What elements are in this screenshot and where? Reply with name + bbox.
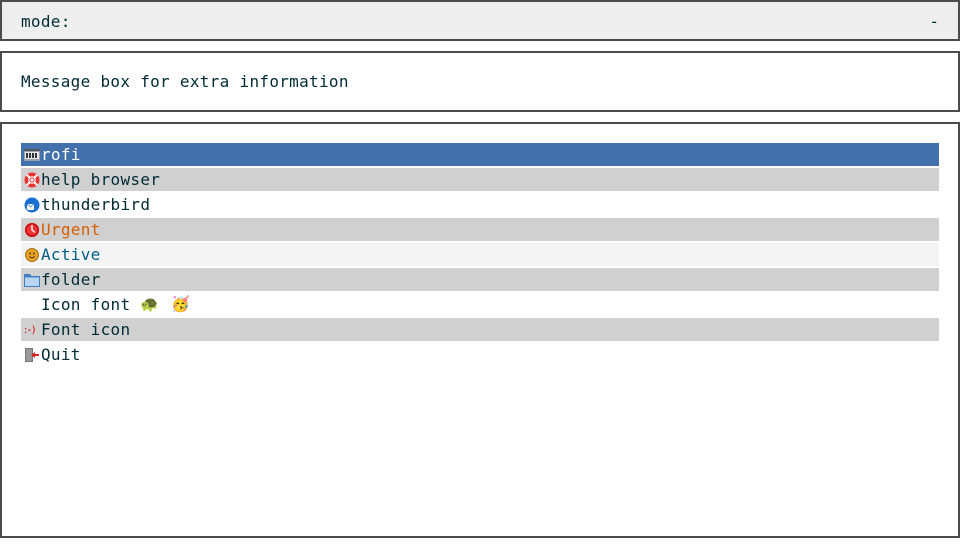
list-item-active[interactable]: Active [21,243,939,266]
help-browser-icon [23,171,41,189]
list-item-thunderbird[interactable]: thunderbird [21,193,939,216]
font-smiley-icon: :-) [23,321,41,339]
smiley-icon [23,246,41,264]
list-item-label: Quit [41,345,81,364]
list-item-folder[interactable]: folder [21,268,939,291]
mode-prompt-label: mode: [21,12,71,31]
listview: rofi help browser thunderbird Urgent Act… [0,122,960,538]
turtle-icon: 🐢 [140,295,160,313]
empty-icon-slot [23,296,41,314]
font-icon-glyph: :-) [24,324,36,336]
list-item-label: Icon font [41,295,131,314]
list-item-label: Font icon [41,320,131,339]
list-item-help-browser[interactable]: help browser [21,168,939,191]
list-item-label: folder [41,270,101,289]
list-item-label: Urgent [41,220,101,239]
list-item-label: rofi [41,145,81,164]
list-item-urgent[interactable]: Urgent [21,218,939,241]
exit-icon [23,346,41,364]
list-item-label: help browser [41,170,161,189]
rofi-icon [23,146,41,164]
list-item-rofi[interactable]: rofi [21,143,939,166]
message-text: Message box for extra information [21,72,349,91]
list-item-label: thunderbird [41,195,151,214]
list-item-label: Active [41,245,101,264]
list-item-icon-font[interactable]: Icon font 🐢 🥳 [21,293,939,316]
case-indicator: - [929,12,939,31]
folder-icon [23,271,41,289]
list-item-font-icon[interactable]: :-) Font icon [21,318,939,341]
party-face-icon: 🥳 [171,295,191,313]
list-item-quit[interactable]: Quit [21,343,939,366]
thunderbird-icon [23,196,41,214]
message-box: Message box for extra information [0,51,960,112]
prompt-bar[interactable]: mode: - [0,0,960,41]
clock-icon [23,221,41,239]
